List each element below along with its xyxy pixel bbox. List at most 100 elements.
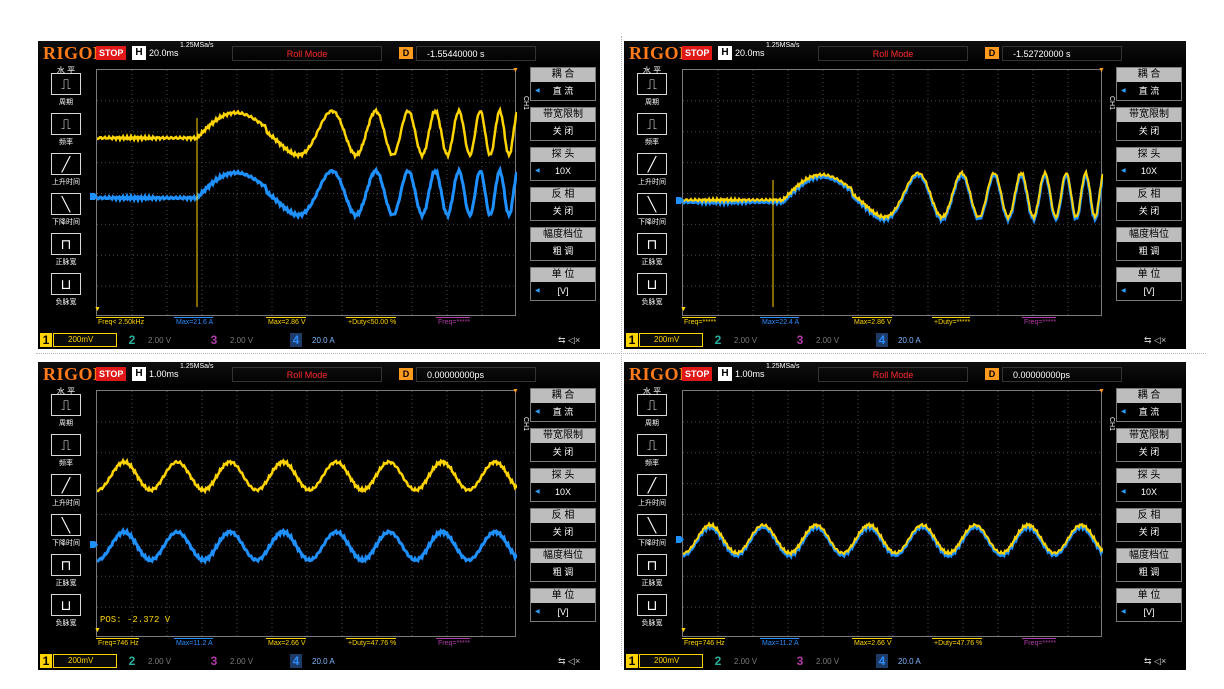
- channel-menu-item[interactable]: 带宽限制关 闭: [530, 107, 596, 141]
- trigger-position-marker[interactable]: ▼: [1098, 67, 1105, 74]
- ch2-scale[interactable]: 2.00 V: [148, 336, 171, 345]
- channel-menu-item[interactable]: 耦 合直 流: [1116, 388, 1182, 422]
- trigger-level-marker[interactable]: ▼: [94, 627, 101, 635]
- run-stop-button[interactable]: STOP: [96, 367, 127, 381]
- ch4-number[interactable]: 4: [876, 654, 888, 668]
- frequency-icon[interactable]: ⎍: [51, 434, 81, 456]
- frequency-icon[interactable]: ⎍: [51, 113, 81, 135]
- ch1-scale[interactable]: 200mV: [53, 654, 117, 668]
- run-stop-button[interactable]: STOP: [682, 46, 713, 60]
- timebase-value[interactable]: 20.0ms: [149, 48, 179, 58]
- ch1-number[interactable]: 1: [40, 333, 52, 347]
- ch3-scale[interactable]: 2.00 V: [816, 657, 839, 666]
- channel-menu-item[interactable]: 反 相关 闭: [530, 187, 596, 221]
- ch3-scale[interactable]: 2.00 V: [230, 657, 253, 666]
- channel-menu-item[interactable]: 单 位 [V]: [530, 267, 596, 301]
- delay-value[interactable]: -1.55440000 s: [416, 46, 536, 61]
- ch1-number[interactable]: 1: [626, 654, 638, 668]
- negative-width-icon[interactable]: ⊔: [51, 594, 81, 616]
- positive-width-icon[interactable]: ⊓: [637, 554, 667, 576]
- ch3-number[interactable]: 3: [794, 654, 806, 668]
- channel-menu-item[interactable]: 耦 合直 流: [530, 67, 596, 101]
- channel-menu-item[interactable]: 反 相关 闭: [1116, 187, 1182, 221]
- ch2-number[interactable]: 2: [126, 333, 138, 347]
- ch4-number[interactable]: 4: [290, 333, 302, 347]
- channel-menu-item[interactable]: 幅度档位粗 调: [1116, 548, 1182, 582]
- ch3-number[interactable]: 3: [794, 333, 806, 347]
- trigger-position-marker[interactable]: ▼: [512, 67, 519, 74]
- run-stop-button[interactable]: STOP: [96, 46, 127, 60]
- channel-menu-item[interactable]: 幅度档位粗 调: [530, 227, 596, 261]
- channel-menu-item[interactable]: 探 头 10X: [530, 147, 596, 181]
- rise-time-icon[interactable]: ╱: [51, 474, 81, 496]
- fall-time-icon[interactable]: ╲: [51, 193, 81, 215]
- period-icon[interactable]: ⎍: [51, 73, 81, 95]
- ch1-scale[interactable]: 200mV: [639, 654, 703, 668]
- fall-time-icon[interactable]: ╲: [51, 514, 81, 536]
- ch4-scale[interactable]: 20.0 A: [898, 657, 921, 666]
- ch3-scale[interactable]: 2.00 V: [230, 336, 253, 345]
- ch3-scale[interactable]: 2.00 V: [816, 336, 839, 345]
- channel-menu-item[interactable]: 单 位 [V]: [1116, 267, 1182, 301]
- period-icon[interactable]: ⎍: [637, 73, 667, 95]
- channel-menu-item[interactable]: 单 位 [V]: [1116, 588, 1182, 622]
- ch3-number[interactable]: 3: [208, 654, 220, 668]
- rise-time-icon[interactable]: ╱: [637, 474, 667, 496]
- trigger-level-marker[interactable]: ▼: [94, 306, 101, 314]
- channel-menu-item[interactable]: 单 位 [V]: [530, 588, 596, 622]
- timebase-value[interactable]: 1.00ms: [149, 369, 179, 379]
- ch3-number[interactable]: 3: [208, 333, 220, 347]
- negative-width-icon[interactable]: ⊔: [51, 273, 81, 295]
- channel-menu-item[interactable]: 幅度档位粗 调: [1116, 227, 1182, 261]
- trigger-position-marker[interactable]: ▼: [1098, 388, 1105, 395]
- frequency-icon[interactable]: ⎍: [637, 434, 667, 456]
- negative-width-icon[interactable]: ⊔: [637, 594, 667, 616]
- positive-width-icon[interactable]: ⊓: [51, 233, 81, 255]
- ch4-scale[interactable]: 20.0 A: [312, 657, 335, 666]
- run-stop-button[interactable]: STOP: [682, 367, 713, 381]
- ch2-scale[interactable]: 2.00 V: [148, 657, 171, 666]
- timebase-value[interactable]: 1.00ms: [735, 369, 765, 379]
- positive-width-icon[interactable]: ⊓: [51, 554, 81, 576]
- fall-time-icon[interactable]: ╲: [637, 193, 667, 215]
- channel-menu-item[interactable]: 幅度档位粗 调: [530, 548, 596, 582]
- rise-time-icon[interactable]: ╱: [637, 153, 667, 175]
- ch2-scale[interactable]: 2.00 V: [734, 657, 757, 666]
- delay-value[interactable]: -1.52720000 s: [1002, 46, 1122, 61]
- channel-menu-item[interactable]: 探 头 10X: [530, 468, 596, 502]
- trigger-level-marker[interactable]: ▼: [680, 627, 687, 635]
- negative-width-icon[interactable]: ⊔: [637, 273, 667, 295]
- channel-menu-item[interactable]: 反 相关 闭: [1116, 508, 1182, 542]
- ch2-scale[interactable]: 2.00 V: [734, 336, 757, 345]
- fall-time-icon[interactable]: ╲: [637, 514, 667, 536]
- channel-menu-item[interactable]: 耦 合直 流: [530, 388, 596, 422]
- channel-menu-item[interactable]: 反 相关 闭: [530, 508, 596, 542]
- channel-menu-item[interactable]: 带宽限制关 闭: [1116, 428, 1182, 462]
- ch2-number[interactable]: 2: [712, 654, 724, 668]
- period-icon[interactable]: ⎍: [51, 394, 81, 416]
- delay-value[interactable]: 0.00000000ps: [416, 367, 536, 382]
- channel-menu-item[interactable]: 探 头 10X: [1116, 468, 1182, 502]
- ch4-number[interactable]: 4: [876, 333, 888, 347]
- timebase-value[interactable]: 20.0ms: [735, 48, 765, 58]
- delay-value[interactable]: 0.00000000ps: [1002, 367, 1122, 382]
- channel-menu-item[interactable]: 带宽限制关 闭: [1116, 107, 1182, 141]
- ch4-number[interactable]: 4: [290, 654, 302, 668]
- ch1-scale[interactable]: 200mV: [53, 333, 117, 347]
- period-icon[interactable]: ⎍: [637, 394, 667, 416]
- ch2-number[interactable]: 2: [712, 333, 724, 347]
- channel-menu-item[interactable]: 带宽限制关 闭: [530, 428, 596, 462]
- ch4-scale[interactable]: 20.0 A: [312, 336, 335, 345]
- positive-width-icon[interactable]: ⊓: [637, 233, 667, 255]
- ch1-scale[interactable]: 200mV: [639, 333, 703, 347]
- channel-menu-item[interactable]: 耦 合直 流: [1116, 67, 1182, 101]
- ch2-number[interactable]: 2: [126, 654, 138, 668]
- ch4-scale[interactable]: 20.0 A: [898, 336, 921, 345]
- trigger-position-marker[interactable]: ▼: [512, 388, 519, 395]
- rise-time-icon[interactable]: ╱: [51, 153, 81, 175]
- ch1-number[interactable]: 1: [40, 654, 52, 668]
- frequency-icon[interactable]: ⎍: [637, 113, 667, 135]
- trigger-level-marker[interactable]: ▼: [680, 306, 687, 314]
- ch1-number[interactable]: 1: [626, 333, 638, 347]
- channel-menu-item[interactable]: 探 头 10X: [1116, 147, 1182, 181]
